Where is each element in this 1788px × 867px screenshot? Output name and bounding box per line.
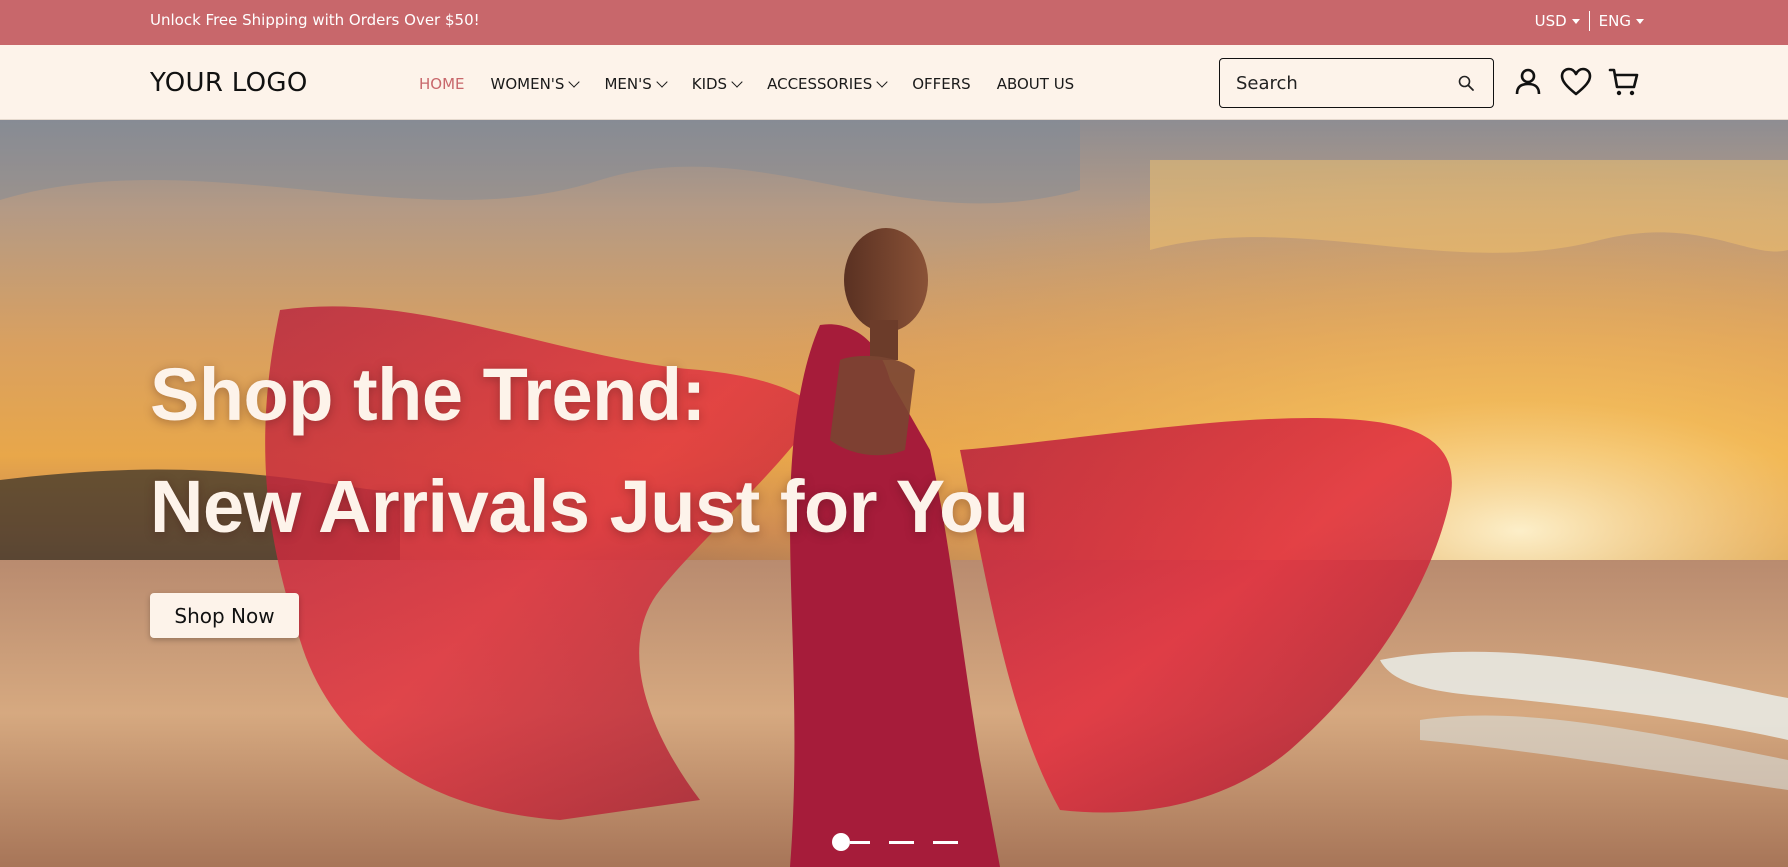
nav-item-label: WOMEN'S <box>490 75 565 93</box>
cart-icon[interactable] <box>1608 66 1640 98</box>
nav-item-label: OFFERS <box>912 75 971 93</box>
search-box <box>1219 58 1494 108</box>
nav-item-offers[interactable]: OFFERS <box>912 75 970 93</box>
currency-label: USD <box>1534 12 1567 30</box>
logo[interactable]: YOUR LOGO <box>150 68 308 98</box>
nav-item-womens[interactable]: WOMEN'S <box>490 75 581 93</box>
nav-item-home[interactable]: HOME <box>419 75 465 93</box>
nav-item-label: ABOUT US <box>996 75 1075 93</box>
nav-item-label: MEN'S <box>604 75 652 93</box>
active-dot <box>832 833 850 851</box>
chevron-down-icon <box>876 75 888 88</box>
divider <box>1588 11 1590 31</box>
active-dot-line <box>850 840 870 844</box>
caret-down-icon <box>1571 18 1580 24</box>
promo-text: Unlock Free Shipping with Orders Over $5… <box>150 11 480 29</box>
search-input[interactable] <box>1236 71 1446 95</box>
currency-selector[interactable]: USD <box>1535 12 1580 30</box>
search-icon[interactable] <box>1457 74 1475 92</box>
nav-item-label: HOME <box>419 75 465 93</box>
nav-item-accessories[interactable]: ACCESSORIES <box>767 75 888 93</box>
nav-item-mens[interactable]: MEN'S <box>604 75 668 93</box>
language-label: ENG <box>1598 12 1631 30</box>
carousel-dot-1-active[interactable] <box>832 833 870 851</box>
carousel-indicators <box>832 833 958 851</box>
shop-now-button[interactable]: Shop Now <box>150 593 299 638</box>
hero-banner: Shop the Trend: New Arrivals Just for Yo… <box>0 120 1788 867</box>
nav-item-label: ACCESSORIES <box>767 75 873 93</box>
nav-item-kids[interactable]: KIDS <box>691 75 743 93</box>
heart-icon[interactable] <box>1560 66 1592 98</box>
site-header: YOUR LOGO HOME WOMEN'S MEN'S KIDS ACCESS… <box>0 45 1788 120</box>
chevron-down-icon <box>731 75 743 88</box>
user-icon[interactable] <box>1512 66 1544 98</box>
announcement-bar: Unlock Free Shipping with Orders Over $5… <box>0 0 1788 45</box>
caret-down-icon <box>1636 18 1644 24</box>
main-nav: HOME WOMEN'S MEN'S KIDS ACCESSORIES OFFE… <box>419 75 1100 93</box>
chevron-down-icon <box>568 75 581 88</box>
language-selector[interactable]: ENG <box>1599 12 1644 30</box>
hero-headline-line1: Shop the Trend: <box>150 353 706 436</box>
carousel-dot-2[interactable] <box>889 840 914 844</box>
nav-item-label: KIDS <box>691 75 728 93</box>
locale-selectors: USD ENG <box>1535 11 1644 31</box>
chevron-down-icon <box>656 75 668 88</box>
hero-headline-line2: New Arrivals Just for You <box>150 465 1029 548</box>
carousel-dot-3[interactable] <box>933 840 958 844</box>
nav-item-about-us[interactable]: ABOUT US <box>997 75 1075 93</box>
